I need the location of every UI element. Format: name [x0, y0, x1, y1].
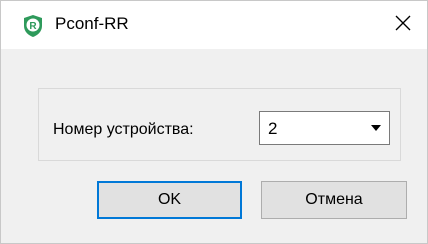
title-bar[interactable]: R Pconf-RR [1, 1, 427, 49]
window-title: Pconf-RR [55, 14, 129, 33]
app-logo-icon: R [22, 14, 44, 38]
dialog-window: R Pconf-RR Номер устройства: 2 OK Отмена [0, 0, 428, 244]
device-number-value: 2 [268, 119, 278, 138]
ok-button[interactable]: OK [97, 181, 242, 219]
close-icon [395, 15, 411, 36]
close-button[interactable] [379, 1, 427, 49]
device-number-select[interactable]: 2 [259, 111, 390, 145]
cancel-button[interactable]: Отмена [261, 181, 407, 219]
device-number-label: Номер устройства: [53, 121, 194, 138]
svg-text:R: R [29, 21, 37, 32]
chevron-down-icon[interactable] [371, 125, 381, 131]
